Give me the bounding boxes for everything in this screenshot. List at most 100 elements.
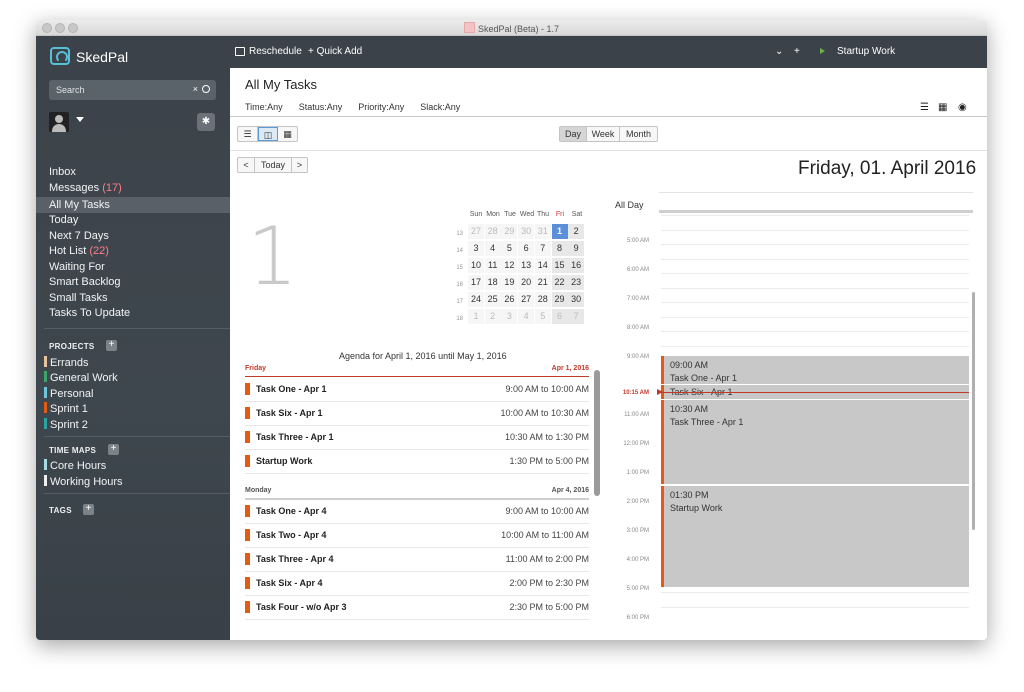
split-layout-icon[interactable]: ◫ <box>258 127 278 141</box>
calendar-day[interactable]: 12 <box>501 258 518 273</box>
filter-status[interactable]: Status:Any <box>299 102 343 112</box>
prev-button[interactable]: < <box>238 158 255 172</box>
filter-slack[interactable]: Slack:Any <box>420 102 460 112</box>
agenda-task-row[interactable]: Startup Work 1:30 PM to 5:00 PM <box>245 449 589 474</box>
calendar-day[interactable]: 20 <box>518 275 535 290</box>
chevron-down-icon[interactable]: ⌄ <box>775 46 783 57</box>
filter-priority[interactable]: Priority:Any <box>358 102 404 112</box>
time-map-item-working-hours[interactable]: Working Hours <box>44 475 123 488</box>
calendar-day[interactable]: 9 <box>568 241 585 256</box>
calendar-day[interactable]: 17 <box>468 275 484 290</box>
calendar-view-icon[interactable]: ▦ <box>938 102 947 113</box>
dashboard-view-icon[interactable]: ◉ <box>958 102 967 113</box>
agenda-task-row[interactable]: Task One - Apr 4 9:00 AM to 10:00 AM <box>245 499 589 524</box>
settings-gear-icon[interactable]: ✱ <box>197 113 215 131</box>
calendar-day[interactable]: 31 <box>534 224 551 239</box>
project-item-errands[interactable]: Errands <box>44 356 89 369</box>
agenda-task-row[interactable]: Task Three - Apr 4 11:00 AM to 2:00 PM <box>245 547 589 572</box>
project-item-sprint-1[interactable]: Sprint 1 <box>44 402 88 415</box>
clear-search-icon[interactable]: × <box>193 84 198 94</box>
calendar-day[interactable]: 28 <box>534 292 551 307</box>
calendar-day[interactable]: 4 <box>518 309 535 324</box>
agenda-task-row[interactable]: Task Four - w/o Apr 3 2:30 PM to 5:00 PM <box>245 595 589 620</box>
agenda-task-row[interactable]: Task Two - Apr 4 10:00 AM to 11:00 AM <box>245 523 589 548</box>
calendar-day[interactable]: 7 <box>534 241 551 256</box>
calendar-layout-icon[interactable]: ▦ <box>278 127 297 141</box>
play-icon[interactable] <box>820 48 825 54</box>
calendar-day[interactable]: 24 <box>468 292 484 307</box>
filter-time[interactable]: Time:Any <box>245 102 283 112</box>
sidebar-item-smart-backlog[interactable]: Smart Backlog <box>49 276 121 288</box>
calendar-day[interactable]: 6 <box>518 241 535 256</box>
add-project-button[interactable]: + <box>106 340 117 351</box>
calendar-day[interactable]: 19 <box>501 275 518 290</box>
time-map-item-core-hours[interactable]: Core Hours <box>44 459 106 472</box>
reschedule-button[interactable]: Reschedule <box>235 46 302 57</box>
calendar-day[interactable]: 10 <box>468 258 484 273</box>
quick-add-button[interactable]: + Quick Add <box>308 46 362 57</box>
sidebar-item-all-my-tasks[interactable]: All My Tasks <box>49 199 110 211</box>
tab-day[interactable]: Day <box>560 127 587 141</box>
add-button[interactable]: + <box>794 46 800 57</box>
tab-month[interactable]: Month <box>620 127 657 141</box>
today-button[interactable]: Today <box>255 158 292 172</box>
sidebar-item-hot-list[interactable]: Hot List (22) <box>49 245 109 257</box>
chevron-down-icon[interactable] <box>76 117 84 122</box>
sidebar-item-today[interactable]: Today <box>49 214 78 226</box>
event-task-one-apr-1[interactable]: 09:00 AM Task One - Apr 1 <box>661 356 969 384</box>
calendar-day[interactable]: 5 <box>501 241 518 256</box>
calendar-day[interactable]: 1 <box>468 309 484 324</box>
calendar-day[interactable]: 15 <box>551 258 568 273</box>
calendar-day[interactable]: 27 <box>468 224 484 239</box>
calendar-day[interactable]: 23 <box>568 275 585 290</box>
calendar-day[interactable]: 16 <box>568 258 585 273</box>
calendar-day[interactable]: 30 <box>568 292 585 307</box>
add-tag-button[interactable]: + <box>83 504 94 515</box>
agenda-task-row[interactable]: Task One - Apr 1 9:00 AM to 10:00 AM <box>245 377 589 402</box>
calendar-day[interactable]: 29 <box>501 224 518 239</box>
calendar-day[interactable]: 26 <box>501 292 518 307</box>
calendar-day[interactable]: 11 <box>484 258 501 273</box>
calendar-day[interactable]: 1 <box>551 224 568 239</box>
search-icon[interactable] <box>202 85 210 93</box>
sidebar-item-messages[interactable]: Messages (17) <box>49 182 122 194</box>
event-task-three-apr-1[interactable]: 10:30 AM Task Three - Apr 1 <box>661 400 969 484</box>
sidebar-item-small-tasks[interactable]: Small Tasks <box>49 292 107 304</box>
event-startup-work[interactable]: 01:30 PM Startup Work <box>661 486 969 587</box>
search-input[interactable]: Search × <box>49 80 216 100</box>
list-layout-icon[interactable]: ☰ <box>238 127 258 141</box>
calendar-day[interactable]: 3 <box>468 241 484 256</box>
agenda-task-row[interactable]: Task Six - Apr 4 2:00 PM to 2:30 PM <box>245 571 589 596</box>
agenda-task-row[interactable]: Task Three - Apr 1 10:30 AM to 1:30 PM <box>245 425 589 450</box>
agenda-task-row[interactable]: Task Six - Apr 1 10:00 AM to 10:30 AM <box>245 401 589 426</box>
calendar-day[interactable]: 27 <box>518 292 535 307</box>
project-item-sprint-2[interactable]: Sprint 2 <box>44 418 88 431</box>
calendar-day[interactable]: 22 <box>551 275 568 290</box>
sidebar-item-inbox[interactable]: Inbox <box>49 166 76 178</box>
avatar[interactable] <box>49 112 69 132</box>
add-time-map-button[interactable]: + <box>108 444 119 455</box>
sidebar-item-next-7-days[interactable]: Next 7 Days <box>49 230 109 242</box>
next-button[interactable]: > <box>292 158 307 172</box>
calendar-day[interactable]: 14 <box>534 258 551 273</box>
calendar-day[interactable]: 30 <box>518 224 535 239</box>
calendar-day[interactable]: 18 <box>484 275 501 290</box>
sidebar-item-tasks-to-update[interactable]: Tasks To Update <box>49 307 130 319</box>
agenda-scrollbar[interactable] <box>594 370 600 496</box>
list-view-icon[interactable]: ☰ <box>920 102 929 113</box>
calendar-day[interactable]: 3 <box>501 309 518 324</box>
calendar-day[interactable]: 8 <box>551 241 568 256</box>
tab-week[interactable]: Week <box>587 127 620 141</box>
day-view-scrollbar[interactable] <box>972 292 975 530</box>
calendar-day[interactable]: 13 <box>518 258 535 273</box>
calendar-day[interactable]: 29 <box>551 292 568 307</box>
sidebar-item-waiting-for[interactable]: Waiting For <box>49 261 105 273</box>
calendar-day[interactable]: 28 <box>484 224 501 239</box>
calendar-day[interactable]: 2 <box>484 309 501 324</box>
calendar-day[interactable]: 5 <box>534 309 551 324</box>
calendar-day[interactable]: 2 <box>568 224 585 239</box>
project-item-personal[interactable]: Personal <box>44 387 93 400</box>
calendar-day[interactable]: 6 <box>551 309 568 324</box>
project-item-general-work[interactable]: General Work <box>44 371 118 384</box>
calendar-day[interactable]: 21 <box>534 275 551 290</box>
